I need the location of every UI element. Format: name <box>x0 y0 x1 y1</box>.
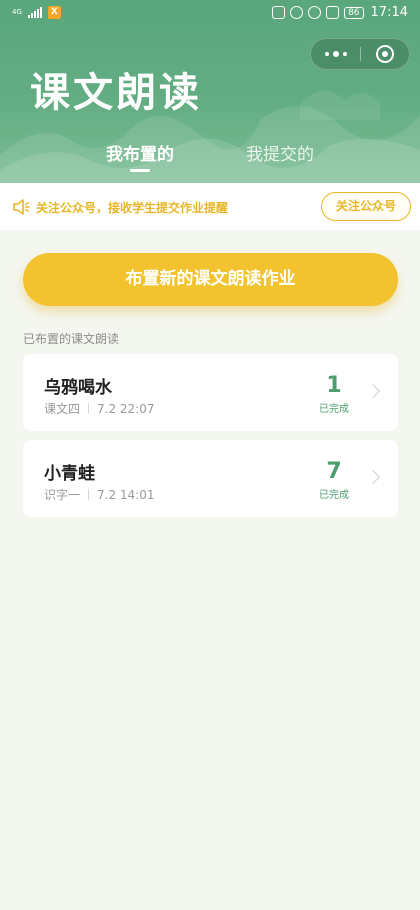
item-time: 7.2 22:07 <box>97 401 155 416</box>
page-title: 课文朗读 <box>30 69 202 116</box>
completed-label: 已完成 <box>319 404 349 415</box>
app-notification-icon: X <box>47 6 61 19</box>
item-lesson: 课文四 <box>44 402 81 416</box>
headphones-icon <box>308 6 322 19</box>
battery-indicator: 86 <box>344 6 364 19</box>
miniprogram-capsule <box>310 38 410 70</box>
item-title: 乌鸦喝水 <box>44 378 112 398</box>
tab-bar: 我布置的 我提交的 <box>0 140 420 183</box>
alarm-icon <box>290 6 304 19</box>
completed-count: 7 <box>326 459 342 484</box>
completed-label: 已完成 <box>319 490 349 501</box>
item-meta: 课文四 7.2 22:07 <box>44 400 155 417</box>
list-item[interactable]: 乌鸦喝水 课文四 7.2 22:07 1 已完成 <box>23 354 398 431</box>
chevron-right-icon <box>365 383 381 399</box>
capsule-divider <box>360 47 361 61</box>
list-item[interactable]: 小青蛙 识字一 7.2 14:01 7 已完成 <box>23 440 398 517</box>
item-meta: 识字一 7.2 14:01 <box>44 486 155 503</box>
active-tab-indicator <box>130 169 150 172</box>
signal-icon <box>27 7 42 18</box>
clock: 17:14 <box>370 5 408 20</box>
meta-divider <box>88 403 90 414</box>
follow-official-account-button[interactable]: 关注公众号 <box>321 192 411 221</box>
meta-divider <box>88 489 90 500</box>
item-lesson: 识字一 <box>44 488 81 502</box>
item-time: 7.2 14:01 <box>97 487 155 502</box>
notice-text: 关注公众号，接收学生提交作业提醒 <box>36 201 229 215</box>
tab-assigned[interactable]: 我布置的 <box>106 140 174 165</box>
vibrate-icon <box>326 6 340 19</box>
tab-submitted[interactable]: 我提交的 <box>246 140 314 165</box>
item-title: 小青蛙 <box>44 464 95 484</box>
chevron-right-icon <box>365 469 381 485</box>
status-bar: 4G X 86 17:14 <box>0 0 420 30</box>
section-label: 已布置的课文朗读 <box>23 332 120 346</box>
nfc-icon <box>272 6 286 19</box>
network-type: 4G <box>12 8 22 16</box>
header: 4G X 86 17:14 课文朗读 我布置的 我提交的 <box>0 0 420 183</box>
create-assignment-button[interactable]: 布置新的课文朗读作业 <box>23 253 398 306</box>
more-dots-icon[interactable] <box>311 39 361 69</box>
target-icon[interactable] <box>376 45 394 63</box>
speaker-icon <box>13 199 30 215</box>
completed-count: 1 <box>326 373 342 398</box>
notice-bar: 关注公众号，接收学生提交作业提醒 关注公众号 <box>0 183 420 230</box>
